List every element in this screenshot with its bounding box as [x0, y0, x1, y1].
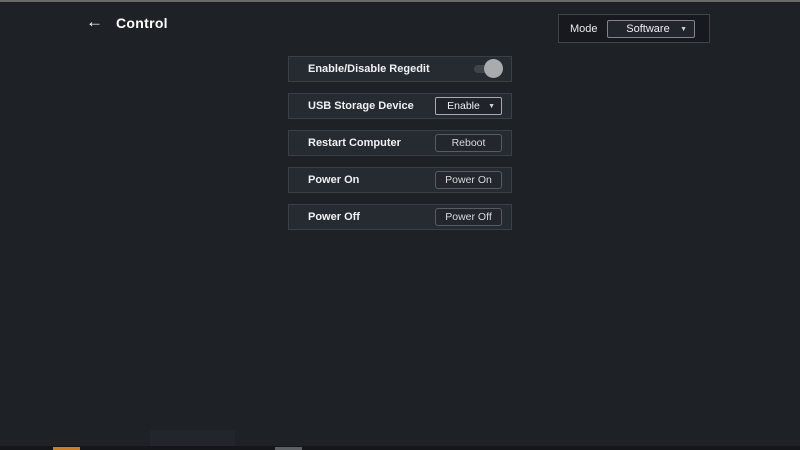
row-power-on-label: Power On	[308, 174, 359, 186]
power-off-button[interactable]: Power Off	[435, 208, 502, 226]
row-regedit: Enable/Disable Regedit	[288, 56, 512, 82]
row-restart: Restart Computer Reboot	[288, 130, 512, 156]
control-rows: Enable/Disable Regedit USB Storage Devic…	[288, 56, 512, 241]
taskbar-highlight-region	[150, 430, 235, 447]
chevron-down-icon: ▼	[680, 26, 687, 33]
power-on-button[interactable]: Power On	[435, 171, 502, 189]
regedit-toggle[interactable]	[474, 59, 502, 79]
row-power-on: Power On Power On	[288, 167, 512, 193]
usb-storage-dropdown[interactable]: Enable ▼	[435, 97, 502, 115]
taskbar-edge[interactable]	[0, 446, 800, 450]
row-restart-label: Restart Computer	[308, 137, 401, 149]
back-arrow-icon[interactable]: ←	[86, 13, 103, 30]
row-usb-storage-label: USB Storage Device	[308, 100, 414, 112]
toggle-knob	[484, 59, 503, 78]
usb-storage-dropdown-value: Enable	[447, 100, 480, 112]
row-power-off-label: Power Off	[308, 211, 360, 223]
mode-panel: Mode Software ▼	[558, 14, 710, 43]
page-title: Control	[116, 15, 168, 31]
reboot-button[interactable]: Reboot	[435, 134, 502, 152]
mode-dropdown[interactable]: Software ▼	[607, 20, 695, 38]
chevron-down-icon: ▼	[488, 103, 495, 110]
mode-label: Mode	[570, 23, 598, 35]
mode-dropdown-value: Software	[626, 23, 669, 35]
row-regedit-label: Enable/Disable Regedit	[308, 63, 430, 75]
row-usb-storage: USB Storage Device Enable ▼	[288, 93, 512, 119]
row-power-off: Power Off Power Off	[288, 204, 512, 230]
